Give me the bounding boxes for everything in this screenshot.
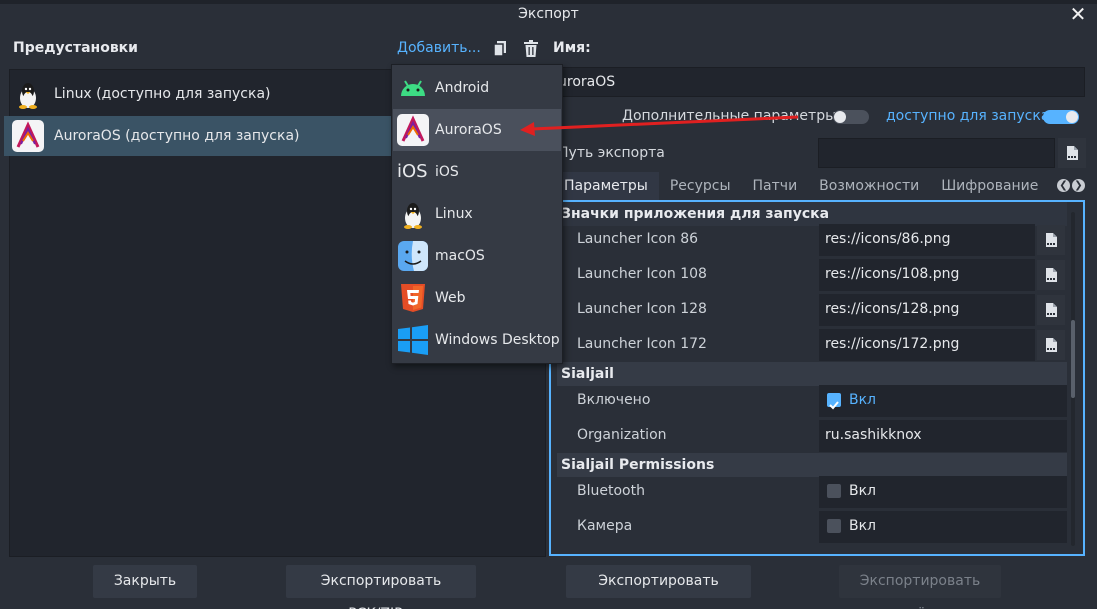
browse-file-button[interactable]	[1058, 138, 1086, 168]
name-label: Имя:	[553, 40, 591, 56]
export-pck-button[interactable]: Экспортировать PCK/ZIP...	[286, 565, 476, 609]
add-preset-menu: Android AuroraOS iOS iOS Linux macOS Web…	[391, 64, 563, 364]
icon-row: Launcher Icon 128 res://icons/128.png	[557, 294, 1067, 326]
icon-path-field[interactable]: res://icons/172.png	[819, 329, 1035, 361]
trash-icon[interactable]	[523, 40, 539, 58]
section-sialjail-permissions: Sialjail Permissions	[557, 453, 1067, 477]
file-icon[interactable]	[1037, 225, 1065, 255]
inspector-scrollbar[interactable]	[1071, 212, 1075, 546]
checkbox-unchecked-icon	[827, 484, 841, 498]
menu-item-label: Windows Desktop	[435, 332, 560, 348]
icon-path-field[interactable]: res://icons/128.png	[819, 294, 1035, 326]
macos-icon	[397, 240, 429, 272]
organization-field[interactable]: ru.sashikknox	[819, 420, 1067, 452]
section-sialjail: Sialjail	[557, 362, 1067, 386]
runnable-toggle[interactable]	[1043, 110, 1079, 124]
toggle-knob	[834, 111, 846, 123]
toggle-knob	[1066, 111, 1078, 123]
tab-options[interactable]: Параметры	[553, 172, 659, 200]
ios-icon: iOS	[397, 161, 428, 182]
linux-tux-icon	[12, 78, 44, 110]
icon-row-key: Launcher Icon 86	[577, 231, 699, 247]
menu-item-ios[interactable]: iOS iOS	[393, 151, 561, 193]
menu-item-label: Linux	[435, 206, 473, 222]
html5-icon	[397, 282, 429, 314]
preset-item-label: AuroraOS (доступно для запуска)	[54, 128, 300, 144]
section-launcher-icons: Значки приложения для запуска	[557, 202, 1067, 226]
tab-prev-icon[interactable]: ❮	[1057, 179, 1070, 192]
tab-next-icon[interactable]: ❯	[1072, 179, 1085, 192]
permission-checkbox[interactable]: Вкл	[819, 511, 1067, 543]
export-path-field[interactable]	[818, 138, 1055, 168]
red-arrow-annotation	[520, 115, 799, 136]
advanced-options-toggle[interactable]	[833, 110, 869, 124]
icon-row: Launcher Icon 86 res://icons/86.png	[557, 224, 1067, 256]
icon-path-field[interactable]: res://icons/86.png	[819, 224, 1035, 256]
menu-item-label: iOS	[435, 164, 459, 180]
menu-item-android[interactable]: Android	[393, 67, 561, 109]
tab-features[interactable]: Возможности	[808, 172, 930, 200]
menu-item-windows-desktop[interactable]: Windows Desktop	[393, 319, 561, 361]
runnable-label: доступно для запуска	[886, 108, 1050, 124]
checkbox-unchecked-icon	[827, 519, 841, 533]
menu-item-web[interactable]: Web	[393, 277, 561, 319]
organization-key: Organization	[577, 427, 667, 443]
icon-row-key: Launcher Icon 108	[577, 266, 707, 282]
sialjail-enabled-row: Включено Вкл	[557, 385, 1067, 417]
windows-icon	[397, 324, 429, 356]
window-title: Экспорт	[518, 6, 579, 22]
organization-row: Organization ru.sashikknox	[557, 420, 1067, 452]
file-icon[interactable]	[1037, 260, 1065, 290]
icon-row: Launcher Icon 172 res://icons/172.png	[557, 329, 1067, 361]
add-preset-button[interactable]: Добавить...	[397, 40, 481, 56]
permission-key: Камера	[577, 518, 633, 534]
permission-value: Вкл	[849, 518, 877, 534]
permission-row: Bluetooth Вкл	[557, 476, 1067, 508]
file-icon	[1067, 146, 1078, 160]
icon-row-key: Launcher Icon 172	[577, 336, 707, 352]
android-icon	[397, 72, 429, 104]
linux-tux-icon	[397, 198, 429, 230]
icon-row: Launcher Icon 108 res://icons/108.png	[557, 259, 1067, 291]
auroraos-icon	[397, 114, 429, 146]
name-field[interactable]: uroraOS	[553, 67, 1085, 97]
tab-patches[interactable]: Патчи	[742, 172, 809, 200]
close-icon[interactable]: ✕	[1067, 2, 1089, 26]
menu-item-macos[interactable]: macOS	[393, 235, 561, 277]
enabled-checkbox[interactable]: Вкл	[819, 385, 1067, 417]
tab-resources[interactable]: Ресурсы	[659, 172, 742, 200]
close-button[interactable]: Закрыть	[93, 565, 197, 598]
menu-item-label: macOS	[435, 248, 485, 264]
menu-item-label: Android	[435, 80, 490, 96]
checkbox-checked-icon	[827, 393, 841, 410]
menu-item-linux[interactable]: Linux	[393, 193, 561, 235]
enabled-value: Вкл	[849, 392, 877, 408]
icon-path-field[interactable]: res://icons/108.png	[819, 259, 1035, 291]
scrollbar-thumb[interactable]	[1071, 320, 1075, 398]
permission-row: Камера Вкл	[557, 511, 1067, 543]
duplicate-icon[interactable]	[492, 40, 508, 58]
export-path-label: Путь экспорта	[558, 145, 665, 161]
tab-encryption[interactable]: Шифрование	[930, 172, 1049, 200]
tab-bar: Параметры Ресурсы Патчи Возможности Шифр…	[553, 172, 1085, 200]
menu-item-label: Web	[435, 290, 466, 306]
icon-row-key: Launcher Icon 128	[577, 301, 707, 317]
file-icon[interactable]	[1037, 295, 1065, 325]
menu-item-label: AuroraOS	[435, 122, 502, 138]
export-all-button[interactable]: Экспортировать всё...	[839, 565, 1001, 609]
permission-checkbox[interactable]: Вкл	[819, 476, 1067, 508]
options-inspector: Значки приложения для запуска Launcher I…	[549, 200, 1085, 556]
auroraos-icon	[12, 120, 44, 152]
preset-item-label: Linux (доступно для запуска)	[54, 86, 271, 102]
file-icon[interactable]	[1037, 330, 1065, 360]
enabled-key: Включено	[577, 392, 651, 408]
export-project-button[interactable]: Экспортировать проект...	[566, 565, 751, 609]
permission-key: Bluetooth	[577, 483, 645, 499]
presets-label: Предустановки	[13, 40, 138, 56]
permission-value: Вкл	[849, 483, 877, 499]
